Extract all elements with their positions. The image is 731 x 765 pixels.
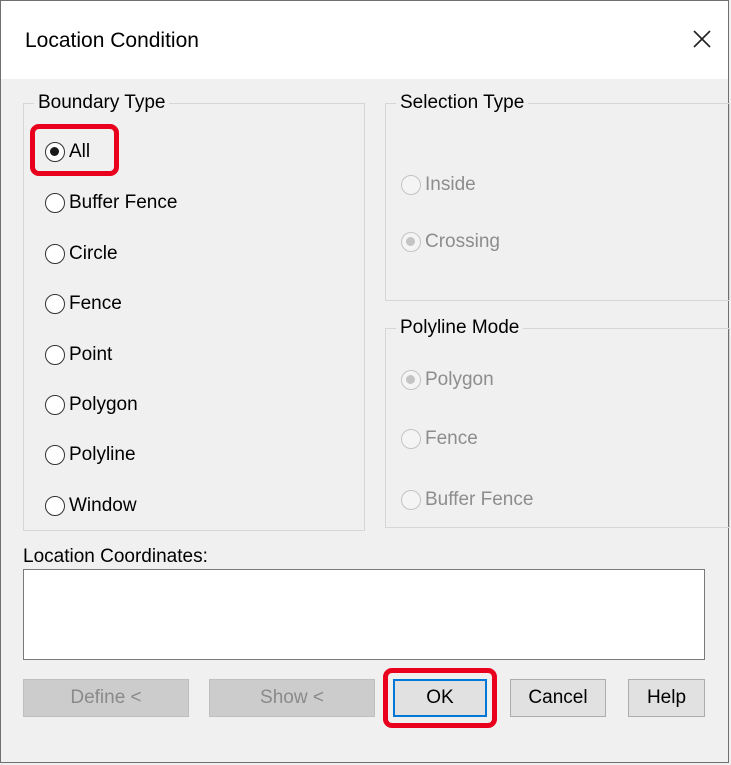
radio-selection-inside[interactable]: Inside [401,174,476,196]
radio-circle [401,232,421,252]
boundary-type-legend: Boundary Type [34,91,170,115]
radio-label: Polyline [69,444,136,465]
radio-circle [45,496,65,516]
radio-label: Fence [425,428,478,449]
radio-label: Buffer Fence [425,489,534,510]
radio-boundary-circle[interactable]: Circle [45,243,118,265]
radio-polyline-fence[interactable]: Fence [401,428,478,450]
location-coordinates-field[interactable] [23,569,705,660]
radio-circle [45,142,65,162]
radio-label: Inside [425,174,476,195]
radio-label: All [69,141,91,162]
radio-boundary-all[interactable]: All [45,141,90,163]
boundary-type-group: Boundary Type [23,91,365,531]
cancel-button[interactable]: Cancel [510,679,606,717]
title-bar: Location Condition [1,1,728,79]
show-button[interactable]: Show < [209,679,375,717]
radio-label: Polygon [425,369,494,390]
radio-label: Fence [69,293,122,314]
close-button[interactable] [682,19,722,59]
close-icon [693,30,711,48]
radio-boundary-fence[interactable]: Fence [45,293,122,315]
radio-label: Point [69,344,113,365]
radio-circle [45,294,65,314]
selection-type-group: Selection Type [385,91,730,301]
radio-label: Crossing [425,231,500,252]
location-coordinates-label: Location Coordinates: [23,546,208,567]
define-button[interactable]: Define < [23,679,189,717]
radio-boundary-window[interactable]: Window [45,495,137,517]
selection-type-legend: Selection Type [396,91,529,115]
radio-label: Polygon [69,394,138,415]
radio-label: Window [69,495,137,516]
radio-label: Buffer Fence [69,192,178,213]
radio-circle [45,345,65,365]
radio-polyline-buffer-fence[interactable]: Buffer Fence [401,489,533,511]
location-condition-dialog: Location Condition Boundary Type All Buf… [0,0,730,763]
window-title: Location Condition [25,29,199,52]
radio-circle [401,175,421,195]
radio-circle [45,193,65,213]
radio-circle [45,445,65,465]
ok-button[interactable]: OK [393,679,487,717]
radio-boundary-polyline[interactable]: Polyline [45,444,136,466]
radio-circle [45,395,65,415]
radio-boundary-buffer-fence[interactable]: Buffer Fence [45,192,177,214]
radio-circle [401,370,421,390]
radio-label: Circle [69,243,118,264]
help-button[interactable]: Help [628,679,705,717]
radio-circle [401,490,421,510]
radio-boundary-polygon[interactable]: Polygon [45,394,138,416]
radio-polyline-polygon[interactable]: Polygon [401,369,494,391]
radio-circle [45,244,65,264]
radio-boundary-point[interactable]: Point [45,344,112,366]
radio-circle [401,429,421,449]
polyline-mode-legend: Polyline Mode [396,316,524,340]
radio-selection-crossing[interactable]: Crossing [401,231,500,253]
